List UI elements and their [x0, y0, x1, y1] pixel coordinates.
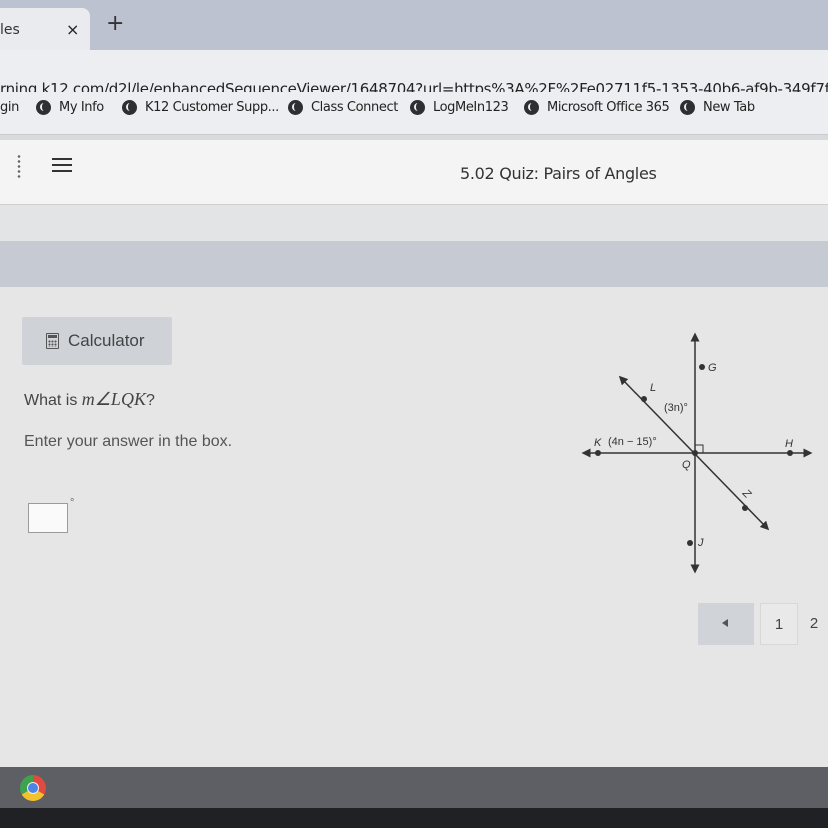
globe-icon	[524, 100, 539, 115]
label-z: Z	[739, 487, 754, 502]
point-j	[687, 540, 693, 546]
menu-icon[interactable]	[52, 158, 72, 176]
course-header: 5.02 Quiz: Pairs of Angles	[0, 140, 828, 205]
globe-icon	[288, 100, 303, 115]
bookmarks-bar: gin My Info K12 Customer Supp... Class C…	[0, 92, 828, 135]
bookmark-label: Class Connect	[311, 100, 398, 115]
new-tab-button[interactable]: +	[106, 13, 124, 35]
taskbar	[0, 767, 828, 808]
previous-page-button[interactable]	[698, 603, 754, 645]
pagination: 1 2	[698, 603, 828, 645]
bookmark-login[interactable]: gin	[0, 100, 19, 115]
page-title: 5.02 Quiz: Pairs of Angles	[460, 164, 657, 183]
label-j: J	[697, 537, 704, 549]
point-h	[787, 450, 793, 456]
prompt-prefix: What is	[24, 392, 82, 409]
label-k: K	[594, 437, 602, 449]
page-1-button[interactable]: 1	[760, 603, 798, 645]
question-panel: Calculator What is m∠LQK? Enter your ans…	[0, 287, 828, 767]
bookmark-my-info[interactable]: My Info	[36, 100, 104, 115]
page-2-button[interactable]: 2	[800, 603, 828, 645]
calculator-icon	[46, 333, 59, 349]
answer-input[interactable]	[28, 503, 68, 533]
point-z	[742, 505, 748, 511]
bookmark-label: My Info	[59, 100, 104, 115]
label-q: Q	[682, 459, 691, 471]
calculator-label: Calculator	[68, 331, 145, 350]
label-l: L	[650, 382, 656, 394]
grip-icon[interactable]	[16, 154, 22, 180]
chrome-icon[interactable]	[20, 775, 46, 801]
bookmark-label: gin	[0, 100, 19, 115]
address-bar[interactable]: rning.k12.com/d2l/le/enhancedSequenceVie…	[0, 50, 828, 98]
bookmark-label: K12 Customer Supp...	[145, 100, 279, 115]
screen: les × + rning.k12.com/d2l/le/enhancedSeq…	[0, 0, 828, 828]
tab-title: les	[0, 22, 20, 38]
chevron-left-icon	[722, 619, 728, 627]
bookmark-logmein[interactable]: LogMeIn123	[410, 100, 509, 115]
instruction-text: Enter your answer in the box.	[24, 433, 233, 450]
degree-symbol: °	[70, 497, 75, 509]
bookmark-label: LogMeIn123	[433, 100, 509, 115]
globe-icon	[36, 100, 51, 115]
angle-label-3n: (3n)°	[664, 402, 688, 414]
browser-tab[interactable]: les ×	[0, 8, 90, 50]
globe-icon	[122, 100, 137, 115]
point-k	[595, 450, 601, 456]
label-h: H	[785, 438, 793, 450]
prompt-math: m∠LQK	[81, 389, 146, 409]
label-g: G	[708, 362, 717, 374]
bookmark-k12-support[interactable]: K12 Customer Supp...	[122, 100, 279, 115]
calculator-button[interactable]: Calculator	[22, 317, 172, 365]
globe-icon	[410, 100, 425, 115]
close-icon[interactable]: ×	[66, 20, 79, 39]
point-l	[641, 396, 647, 402]
point-g	[699, 364, 705, 370]
prompt-suffix: ?	[145, 392, 155, 409]
angle-label-4n: (4n − 15)°	[608, 436, 657, 448]
question-prompt: What is m∠LQK?	[24, 389, 155, 410]
bookmark-new-tab[interactable]: New Tab	[680, 100, 755, 115]
tab-strip: les × +	[0, 0, 828, 50]
point-q	[692, 450, 698, 456]
globe-icon	[680, 100, 695, 115]
angle-diagram: G L K H Q Z J (3n)° (4n − 15)°	[581, 332, 813, 574]
monitor-bezel	[0, 808, 828, 828]
question-header-band	[0, 241, 828, 287]
header-spacer	[0, 205, 828, 241]
bookmark-office-365[interactable]: Microsoft Office 365	[524, 100, 670, 115]
bookmark-label: Microsoft Office 365	[547, 100, 670, 115]
bookmark-class-connect[interactable]: Class Connect	[288, 100, 398, 115]
bookmark-label: New Tab	[703, 100, 755, 115]
